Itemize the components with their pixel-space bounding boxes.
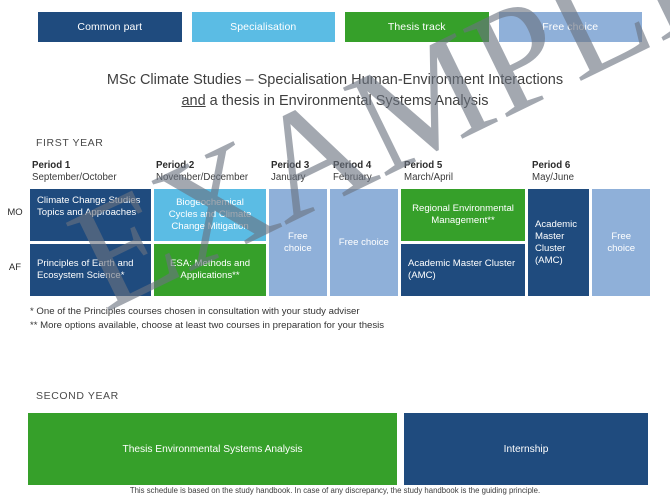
legend-item-common-part: Common part [38,12,182,42]
period-months: May/June [532,172,574,184]
course-cell-p4-free-choice[interactable]: Free choice [329,189,399,297]
course-cell-p5-af[interactable]: Academic Master Cluster (AMC) [401,244,525,297]
period-name: Period 4 [333,160,372,172]
footnotes: * One of the Principles courses chosen i… [30,305,670,333]
second-year-schedule-grid: Thesis Environmental Systems Analysis In… [28,413,648,486]
period-months: January [271,172,306,184]
period-name: Period 1 [32,160,71,172]
schedule-column-period-5: Regional Environmental Management** Acad… [401,189,525,297]
legend-label: Specialisation [230,21,297,33]
schedule-column-period-3: Free choice [269,189,327,297]
schedule-column-period-4: Free choice [329,189,399,297]
internship-block[interactable]: Internship [404,413,648,486]
title-underlined-and: and [181,93,206,110]
course-cell-p3-free-choice[interactable]: Free choice [269,189,327,297]
period-name: Period 5 [404,160,443,172]
legend-label: Common part [77,21,143,33]
period-header-5: Period 5 March/April [402,160,530,184]
period-header-1: Period 1 September/October [30,160,154,184]
period-header-3: Period 3 January [269,160,331,184]
period-name: Period 6 [532,160,571,172]
first-year-schedule-grid: Climate Change Studies Topics and Approa… [30,189,650,297]
period-header-6: Period 6 May/June [530,160,650,184]
course-cell-p2-af[interactable]: ESA: Methods and Applications** [154,244,267,297]
course-cell-p1-af[interactable]: Principles of Earth and Ecosystem Scienc… [30,244,151,297]
period-months: September/October [32,172,117,184]
title-line-1: MSc Climate Studies – Specialisation Hum… [106,72,564,88]
course-cell-p5-mo[interactable]: Regional Environmental Management** [401,189,525,242]
legend: Common part Specialisation Thesis track … [0,0,670,42]
period-months: February [333,172,372,184]
schedule-column-period-6-amc: Academic Master Cluster (AMC) [527,189,590,297]
row-labels: MO AF [0,186,30,293]
legend-label: Free choice [542,21,599,33]
course-cell-p2-mo[interactable]: Biogeochemical Cycles and Climate Change… [154,189,267,242]
schedule-column-period-2: Biogeochemical Cycles and Climate Change… [154,189,267,297]
first-year-label: FIRST YEAR [36,137,104,150]
row-label-morning: MO [7,206,23,218]
schedule-column-period-6-free-choice: Free choice [592,189,650,297]
footnote-single-asterisk: * One of the Principles courses chosen i… [30,306,360,318]
page-title: MSc Climate Studies – Specialisation Hum… [40,70,630,112]
course-cell-p6-free-choice[interactable]: Free choice [592,189,650,297]
legend-item-specialisation: Specialisation [191,12,335,42]
period-header-2: Period 2 November/December [154,160,269,184]
period-name: Period 3 [271,160,310,172]
thesis-block[interactable]: Thesis Environmental Systems Analysis [28,413,397,486]
row-label-afternoon: AF [8,261,22,273]
period-header-row: Period 1 September/October Period 2 Nove… [30,160,650,184]
legend-item-thesis-track: Thesis track [345,12,489,42]
course-cell-p6-amc[interactable]: Academic Master Cluster (AMC) [527,189,590,297]
period-months: November/December [156,172,249,184]
legend-label: Thesis track [387,21,446,33]
period-name: Period 2 [156,160,195,172]
course-cell-p1-mo[interactable]: Climate Change Studies Topics and Approa… [30,189,151,242]
legend-item-free-choice: Free choice [498,12,642,42]
period-header-4: Period 4 February [331,160,402,184]
schedule-column-period-1: Climate Change Studies Topics and Approa… [30,189,151,297]
title-line-2-rest: a thesis in Environmental Systems Analys… [205,93,489,110]
footnote-double-asterisk: ** More options available, choose at lea… [30,320,385,332]
footer-note: This schedule is based on the study hand… [129,486,541,495]
second-year-label: SECOND YEAR [36,390,119,403]
period-months: March/April [404,172,453,184]
